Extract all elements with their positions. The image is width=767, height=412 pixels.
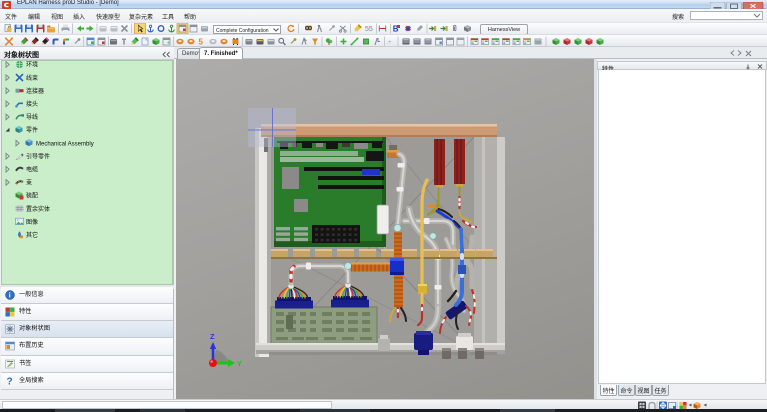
svg-text:接头: 接头: [26, 100, 38, 108]
svg-text:5: 5: [199, 38, 204, 47]
svg-text:i: i: [9, 292, 11, 299]
svg-text:.+: .+: [387, 40, 393, 46]
svg-text:图像: 图像: [26, 218, 38, 226]
svg-text:线束: 线束: [26, 74, 38, 82]
svg-text:Mechanical Assembly: Mechanical Assembly: [36, 141, 94, 147]
svg-text:Y: Y: [237, 359, 242, 368]
svg-text:引导零件: 引导零件: [26, 152, 50, 160]
svg-text:?: ?: [7, 377, 13, 387]
svg-text:装配: 装配: [26, 192, 38, 200]
svg-text:环境: 环境: [26, 61, 38, 69]
svg-text:+: +: [167, 41, 171, 47]
svg-text:零件: 零件: [26, 126, 38, 134]
svg-text:置余实体: 置余实体: [26, 205, 50, 213]
svg-text:其它: 其它: [26, 231, 38, 239]
svg-text:电缆: 电缆: [26, 166, 38, 174]
svg-text:55: 55: [365, 26, 373, 33]
svg-text:导线: 导线: [26, 113, 38, 121]
svg-text:Z: Z: [210, 332, 215, 341]
svg-text:束: 束: [26, 179, 32, 187]
svg-text:连接器: 连接器: [26, 87, 44, 95]
